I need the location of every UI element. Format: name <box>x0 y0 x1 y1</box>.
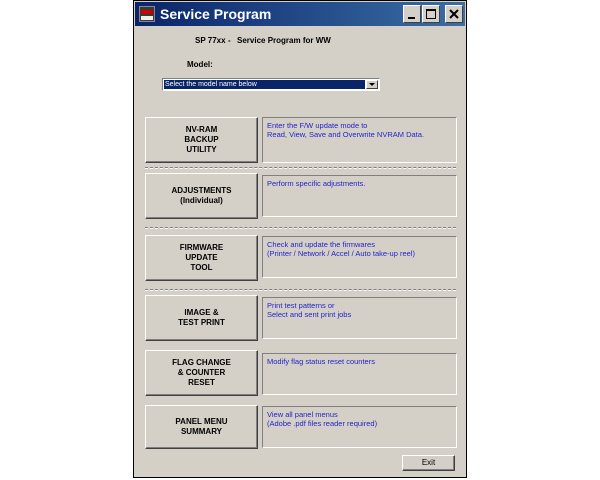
exit-button[interactable]: Exit <box>402 455 455 471</box>
printer-app-icon <box>139 6 155 22</box>
minimize-button[interactable] <box>403 5 421 23</box>
firmware-update-description: Check and update the firmwares (Printer … <box>262 236 457 278</box>
panel-menu-summary-description: View all panel menus (Adobe .pdf files r… <box>262 406 457 448</box>
flag-counter-reset-button[interactable]: FLAG CHANGE & COUNTER RESET <box>145 350 258 396</box>
model-label: Model: <box>187 60 213 69</box>
dropdown-arrow-icon[interactable] <box>366 80 378 89</box>
adjustments-button[interactable]: ADJUSTMENTS (Individual) <box>145 173 258 219</box>
separator <box>145 227 456 229</box>
maximize-button[interactable] <box>422 5 440 23</box>
product-name: SP 77xx <box>195 36 226 45</box>
title-bar[interactable]: Service Program <box>135 2 465 26</box>
image-test-print-description: Print test patterns or Select and sent p… <box>262 297 457 339</box>
service-program-window: Service Program SP 77xx - Service Progra… <box>133 0 467 478</box>
flag-counter-reset-description: Modify flag status reset counters <box>262 353 457 395</box>
product-subtitle: Service Program for WW <box>237 36 331 45</box>
image-test-print-button[interactable]: IMAGE & TEST PRINT <box>145 295 258 341</box>
title-dash: - <box>228 36 231 45</box>
model-select[interactable]: Select the model name below <box>162 78 380 91</box>
model-select-value: Select the model name below <box>164 80 365 89</box>
firmware-update-button[interactable]: FIRMWARE UPDATE TOOL <box>145 235 258 281</box>
close-button[interactable] <box>445 5 463 23</box>
close-icon <box>449 9 459 19</box>
nvram-backup-description: Enter the F/W update mode to Read, View,… <box>262 117 457 163</box>
nvram-backup-button[interactable]: NV-RAM BACKUP UTILITY <box>145 117 258 163</box>
panel-menu-summary-button[interactable]: PANEL MENU SUMMARY <box>145 405 258 449</box>
minimize-icon <box>408 17 415 19</box>
adjustments-description: Perform specific adjustments. <box>262 175 457 217</box>
separator <box>145 289 456 291</box>
separator <box>145 167 456 169</box>
window-title: Service Program <box>160 6 272 22</box>
maximize-icon <box>426 9 436 19</box>
